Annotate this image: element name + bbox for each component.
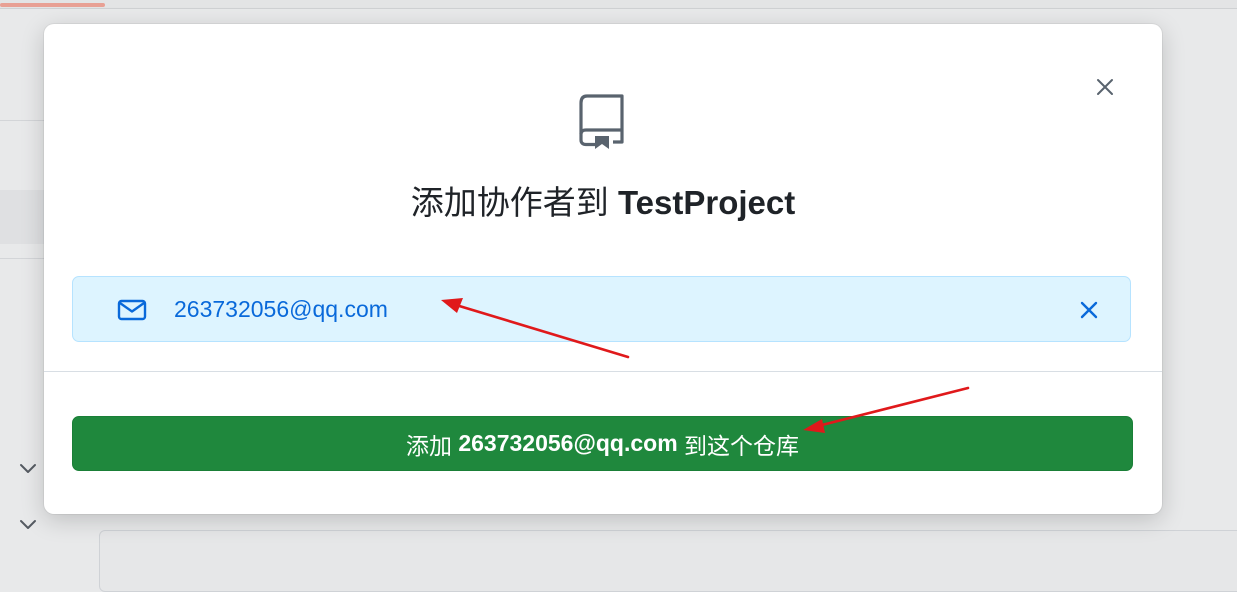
background-selected-item: [0, 190, 44, 244]
dialog-divider: [44, 371, 1162, 372]
add-button-email: 263732056@qq.com: [458, 430, 678, 456]
close-icon: [1080, 301, 1098, 319]
close-dialog-button[interactable]: [1092, 74, 1118, 100]
background-divider: [0, 258, 44, 259]
dialog-title: 添加协作者到 TestProject: [44, 176, 1162, 224]
background-divider: [0, 120, 44, 121]
chevron-down-icon[interactable]: [18, 461, 38, 475]
add-collaborator-dialog: 添加协作者到 TestProject 263732056@qq.com 添加 2…: [44, 24, 1162, 514]
background-top-bar: [0, 0, 1237, 9]
mail-icon: [117, 299, 147, 321]
add-button-prefix: 添加: [405, 432, 459, 459]
remove-selected-user-button[interactable]: [1077, 298, 1101, 322]
selected-user-email: 263732056@qq.com: [174, 296, 388, 322]
dialog-title-prefix: 添加协作者到: [410, 184, 618, 221]
add-button-suffix: 到这个仓库: [677, 432, 800, 459]
close-icon: [1097, 79, 1113, 95]
chevron-down-icon[interactable]: [18, 517, 38, 531]
background-panel: [99, 530, 1237, 592]
repository-name: TestProject: [617, 184, 796, 221]
repo-icon: [579, 94, 624, 149]
background-tab-indicator: [0, 3, 105, 7]
selected-user-chip: 263732056@qq.com: [72, 276, 1131, 342]
add-collaborator-button[interactable]: 添加 263732056@qq.com 到这个仓库: [72, 416, 1133, 471]
